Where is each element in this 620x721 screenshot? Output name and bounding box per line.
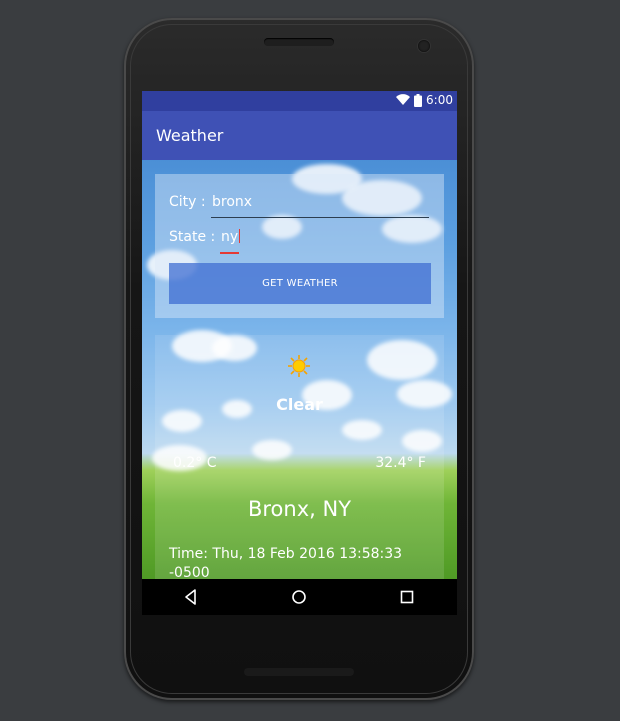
- status-time: 6:00: [426, 93, 453, 107]
- status-bar: 6:00: [142, 91, 457, 111]
- app-title: Weather: [156, 126, 224, 145]
- navigation-bar: [142, 579, 457, 615]
- text-cursor: [239, 229, 241, 243]
- battery-icon: [414, 93, 423, 107]
- temp-max: 32.4° F: [375, 455, 426, 471]
- back-icon[interactable]: [182, 588, 200, 606]
- front-camera: [418, 40, 430, 52]
- wifi-icon: [396, 94, 411, 105]
- state-label: State :: [169, 229, 216, 245]
- city-input[interactable]: bronx: [212, 194, 252, 210]
- app-bar: Weather: [142, 111, 457, 160]
- city-input-underline: [211, 217, 429, 218]
- state-input-value: ny: [221, 229, 239, 245]
- get-weather-button[interactable]: GET WEATHER: [169, 263, 431, 304]
- search-form-card: City : bronx State : ny GET WEATHER: [155, 174, 444, 318]
- weather-result-card: Clear 0.2° C 32.4° F Bronx, NY Time: Thu…: [155, 335, 444, 579]
- temp-min: 0.2° C: [173, 455, 217, 471]
- city-label: City :: [169, 194, 206, 210]
- state-input-underline: [220, 252, 239, 254]
- location-name: Bronx, NY: [247, 497, 352, 521]
- main-content: City : bronx State : ny GET WEATHER Clea…: [142, 160, 457, 579]
- bottom-speaker: [244, 668, 354, 676]
- weather-condition: Clear: [276, 395, 323, 414]
- earpiece-speaker: [264, 38, 334, 46]
- recents-icon[interactable]: [398, 588, 416, 606]
- observation-time: Time: Thu, 18 Feb 2016 13:58:33 -0500: [169, 546, 403, 579]
- state-input[interactable]: ny: [221, 229, 241, 245]
- home-icon[interactable]: [290, 588, 308, 606]
- device-screen: 6:00 Weather City : bronx State : ny GET: [142, 91, 457, 615]
- sun-icon: [288, 355, 310, 377]
